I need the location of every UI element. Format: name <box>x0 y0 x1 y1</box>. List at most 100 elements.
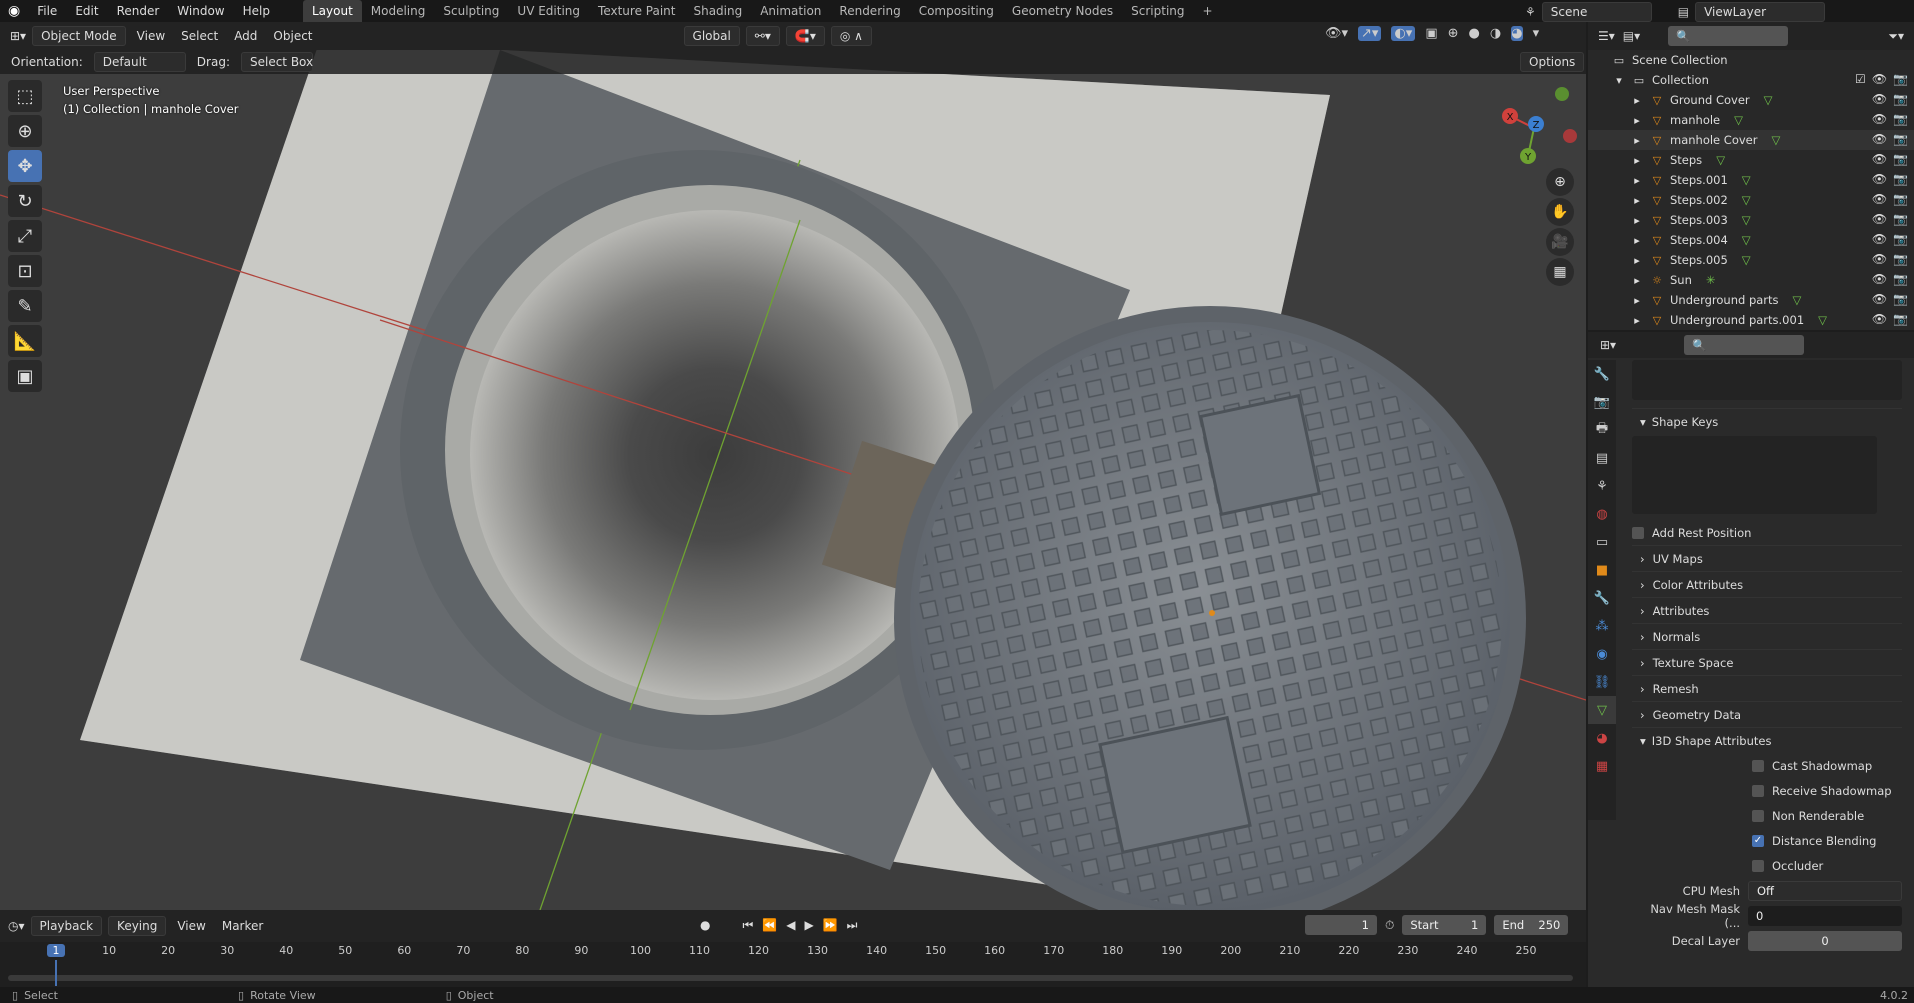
snap-icon[interactable]: 🧲▾ <box>785 26 825 46</box>
expand-chevron-icon[interactable]: ▸ <box>1630 93 1644 107</box>
property-section[interactable]: › Remesh <box>1632 675 1902 701</box>
orientation-dropdown[interactable]: Default <box>93 52 186 72</box>
mesh-data-icon[interactable]: ▽ <box>1734 113 1743 127</box>
xray-icon[interactable]: ▣ <box>1425 26 1437 41</box>
workspace-tab-shading[interactable]: Shading <box>684 0 751 22</box>
add-rest-position-checkbox[interactable] <box>1632 526 1644 539</box>
gizmo-toggle-icon[interactable]: ↗▾ <box>1358 26 1382 41</box>
scale-tool-icon[interactable]: ⤢ <box>8 220 42 252</box>
transform-tool-icon[interactable]: ⊡ <box>8 255 42 287</box>
menu-window[interactable]: Window <box>168 0 233 22</box>
camera-icon[interactable]: 📷 <box>1893 152 1908 166</box>
checkbox[interactable] <box>1752 859 1764 872</box>
expand-chevron-icon[interactable]: ▸ <box>1630 253 1644 267</box>
eye-icon[interactable]: 👁 <box>1872 232 1887 246</box>
add-rest-position-row[interactable]: Add Rest Position <box>1632 520 1902 545</box>
editor-type-icon[interactable]: ⊞▾ <box>10 29 26 43</box>
properties-editor-icon[interactable]: ⊞▾ <box>1600 338 1616 352</box>
view-layer-selector[interactable]: ViewLayer <box>1695 2 1826 22</box>
workspace-tab-modeling[interactable]: Modeling <box>362 0 435 22</box>
timeline-scrollbar[interactable] <box>8 975 1573 981</box>
camera-icon[interactable]: 📷 <box>1893 92 1908 106</box>
play-reverse-icon[interactable]: ◀ <box>786 918 795 933</box>
i3d-section[interactable]: ▾ I3D Shape Attributes <box>1632 727 1902 753</box>
camera-icon[interactable]: 📷 <box>1893 212 1908 226</box>
eye-icon[interactable]: 👁 <box>1872 72 1887 86</box>
mesh-data-icon[interactable]: ▽ <box>1742 193 1751 207</box>
jump-end-icon[interactable]: ⏭ <box>847 918 858 933</box>
menu-view[interactable]: View <box>132 29 170 43</box>
3d-viewport[interactable] <box>0 50 1586 910</box>
record-icon[interactable]: ● <box>700 918 710 933</box>
eye-icon[interactable]: 👁 <box>1872 192 1887 206</box>
menu-file[interactable]: File <box>28 0 66 22</box>
eye-icon[interactable]: 👁 <box>1872 312 1887 326</box>
workspace-tab-texture-paint[interactable]: Texture Paint <box>589 0 684 22</box>
world-tab-icon[interactable]: ◍ <box>1588 500 1616 528</box>
i3d-check-row[interactable]: Receive Shadowmap <box>1752 778 1902 803</box>
mesh-data-icon[interactable]: ▽ <box>1793 293 1802 307</box>
nav-mesh-field[interactable]: 0 <box>1748 905 1902 926</box>
stopwatch-icon[interactable]: ⏱ <box>1385 918 1394 933</box>
frame-end-field[interactable]: End 250 <box>1494 915 1569 935</box>
outliner-item[interactable]: ▸ ▽ Steps ▽ 👁 📷 <box>1588 150 1914 170</box>
camera-icon[interactable]: 📷 <box>1893 252 1908 266</box>
workspace-tab-sculpting[interactable]: Sculpting <box>434 0 508 22</box>
blender-logo-icon[interactable]: ◉ <box>0 3 28 19</box>
camera-icon[interactable]: 📷 <box>1893 112 1908 126</box>
mesh-data-icon[interactable]: ▽ <box>1742 253 1751 267</box>
gizmo-neg-x-icon[interactable] <box>1563 129 1577 143</box>
outliner-item[interactable]: ▸ ▽ Steps.001 ▽ 👁 📷 <box>1588 170 1914 190</box>
collection-tab-icon[interactable]: ▭ <box>1588 528 1616 556</box>
move-tool-icon[interactable]: ✥ <box>8 150 42 182</box>
camera-view-icon[interactable]: 🎥 <box>1546 228 1574 256</box>
expand-chevron-icon[interactable]: ▸ <box>1630 313 1644 327</box>
visibility-icon[interactable]: 👁▾ <box>1325 26 1348 41</box>
scene-selector[interactable]: Scene <box>1541 2 1652 22</box>
mode-selector[interactable]: Object Mode <box>32 26 126 46</box>
property-section[interactable]: › UV Maps <box>1632 545 1902 571</box>
outliner-item[interactable]: ▸ ▽ Steps.003 ▽ 👁 📷 <box>1588 210 1914 230</box>
workspace-tab-animation[interactable]: Animation <box>751 0 830 22</box>
mesh-data-icon[interactable]: ▽ <box>1742 213 1751 227</box>
expand-chevron-icon[interactable]: ▸ <box>1630 213 1644 227</box>
properties-search-field[interactable]: 🔍 <box>1684 335 1805 355</box>
mesh-data-icon[interactable]: ▽ <box>1764 93 1773 107</box>
add-workspace-icon[interactable]: + <box>1194 0 1222 22</box>
eye-icon[interactable]: 👁 <box>1872 132 1887 146</box>
prev-keyframe-icon[interactable]: ⏪ <box>762 918 777 933</box>
expand-chevron-icon[interactable]: ▸ <box>1630 113 1644 127</box>
expand-chevron-icon[interactable]: ▸ <box>1630 153 1644 167</box>
menu-add[interactable]: Add <box>229 29 262 43</box>
shape-keys-list[interactable] <box>1632 436 1877 514</box>
playhead-line[interactable] <box>55 960 57 986</box>
material-tab-icon[interactable]: ◕ <box>1588 724 1616 752</box>
camera-icon[interactable]: 📷 <box>1893 192 1908 206</box>
mesh-data-icon[interactable]: ▽ <box>1742 173 1751 187</box>
checkbox[interactable]: ✓ <box>1752 834 1764 847</box>
outliner-item[interactable]: ▸ ▽ manhole Cover ▽ 👁 📷 <box>1588 130 1914 150</box>
timeline-area[interactable]: 1 10 20 30 40 50 60 70 80 90 100 110 120 130 140 150 160… <box>0 942 1586 987</box>
cpu-mesh-dropdown[interactable]: Off <box>1748 880 1902 901</box>
scene-icon[interactable]: ⚘ <box>1525 5 1536 19</box>
outliner-item[interactable]: ▸ ☼ Sun ✳ 👁 📷 <box>1588 270 1914 290</box>
outliner-editor-icon[interactable]: ☰▾ <box>1598 29 1615 43</box>
material-shading-icon[interactable]: ◑ <box>1490 26 1501 41</box>
shading-options-icon[interactable]: ▾ <box>1533 26 1540 41</box>
physics-tab-icon[interactable]: ◉ <box>1588 640 1616 668</box>
mesh-data-icon[interactable]: ▽ <box>1771 133 1780 147</box>
playback-menu[interactable]: Playback <box>30 916 103 936</box>
outliner-search-field[interactable]: 🔍 <box>1668 26 1789 46</box>
rendered-shading-icon[interactable]: ◕ <box>1511 26 1523 41</box>
workspace-tab-scripting[interactable]: Scripting <box>1122 0 1193 22</box>
constraints-tab-icon[interactable]: ⛓ <box>1588 668 1616 696</box>
drag-dropdown[interactable]: Select Box <box>240 52 313 72</box>
rotate-tool-icon[interactable]: ↻ <box>8 185 42 217</box>
checkbox[interactable] <box>1752 759 1764 772</box>
marker-menu[interactable]: Marker <box>217 919 268 933</box>
texture-tab-icon[interactable]: ▦ <box>1588 752 1616 780</box>
checkbox[interactable] <box>1752 809 1764 822</box>
cursor-tool-icon[interactable]: ⊕ <box>8 115 42 147</box>
options-dropdown[interactable]: Options <box>1520 52 1585 72</box>
expand-chevron-icon[interactable]: ▸ <box>1630 233 1644 247</box>
